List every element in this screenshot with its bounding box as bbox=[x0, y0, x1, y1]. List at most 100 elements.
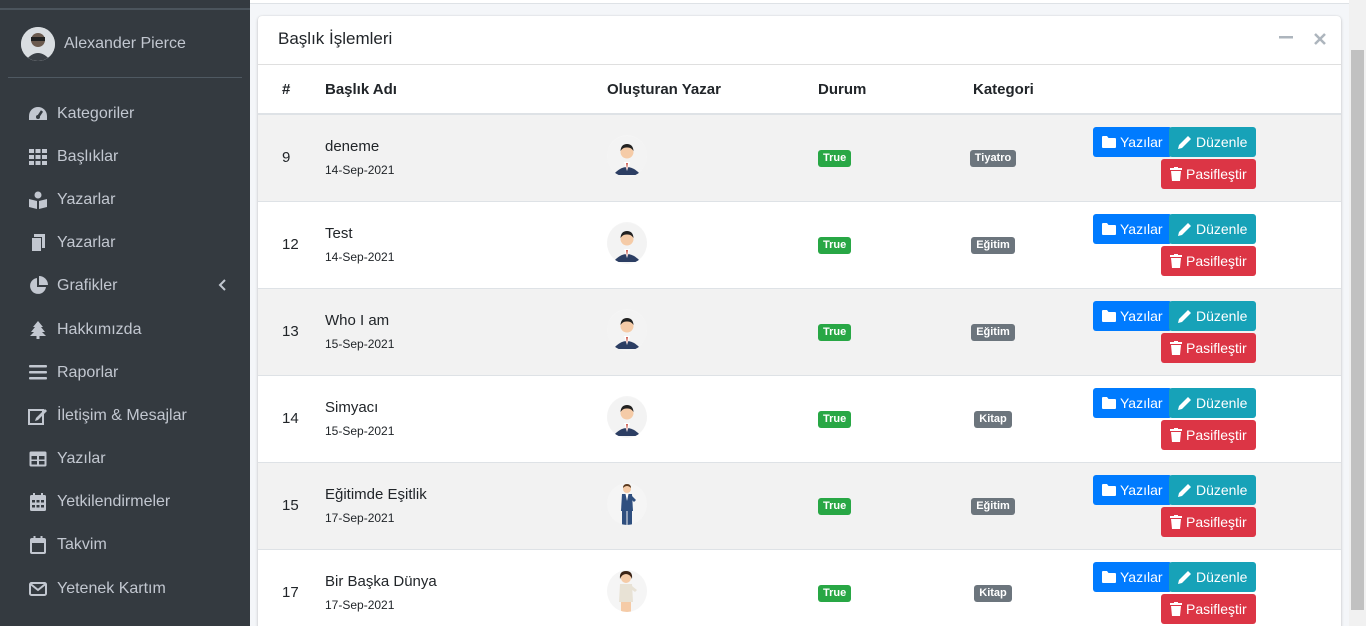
row-status-cell: True bbox=[818, 287, 973, 375]
sidebar-item-raporlar[interactable]: Raporlar bbox=[8, 351, 242, 394]
row-actions-cell: Yazılar Düzenle Pasifleştir bbox=[1093, 461, 1341, 550]
sidebar-item-kategoriler[interactable]: Kategoriler bbox=[8, 92, 242, 135]
row-author-cell bbox=[607, 461, 818, 549]
row-title-cell: Bir Başka Dünya 17-Sep-2021 bbox=[325, 548, 607, 626]
author-avatar-woman-standing bbox=[607, 569, 647, 612]
row-author-cell bbox=[607, 113, 818, 201]
calendar-grid-icon bbox=[27, 492, 49, 512]
edit-button[interactable]: Düzenle bbox=[1169, 561, 1257, 592]
row-title: Who I am bbox=[325, 312, 390, 329]
row-date: 15-Sep-2021 bbox=[325, 424, 395, 438]
card-header: Başlık İşlemleri bbox=[258, 16, 1341, 65]
folder-icon bbox=[1102, 396, 1116, 409]
sidebar-item-yetkilendirmeler[interactable]: Yetkilendirmeler bbox=[8, 481, 242, 524]
deactivate-button[interactable]: Pasifleştir bbox=[1161, 332, 1256, 363]
deactivate-button[interactable]: Pasifleştir bbox=[1161, 593, 1256, 624]
row-title-cell: Test 14-Sep-2021 bbox=[325, 200, 607, 288]
trash-icon bbox=[1170, 427, 1182, 442]
scrollbar-thumb[interactable] bbox=[1351, 50, 1364, 610]
sidebar-item-label: Grafikler bbox=[57, 277, 118, 295]
row-date: 17-Sep-2021 bbox=[325, 511, 395, 525]
folder-icon bbox=[1102, 570, 1116, 583]
row-actions: Yazılar Düzenle Pasifleştir bbox=[1093, 463, 1257, 550]
chevron-left-icon[interactable] bbox=[218, 278, 226, 296]
sidebar-item-iletisim[interactable]: İletişim & Mesajlar bbox=[8, 394, 242, 437]
row-actions-cell: Yazılar Düzenle Pasifleştir bbox=[1093, 374, 1341, 463]
sidebar-item-yazarlar[interactable]: Yazarlar bbox=[8, 178, 242, 221]
sidebar-item-label: Hakkımızda bbox=[57, 320, 142, 338]
row-date: 14-Sep-2021 bbox=[325, 163, 395, 178]
row-status-cell: True bbox=[818, 548, 973, 626]
row-status-cell: True bbox=[818, 461, 973, 549]
row-author-cell bbox=[607, 200, 818, 288]
posts-button[interactable]: Yazılar bbox=[1093, 474, 1172, 505]
table-row: 15 Eğitimde Eşitlik 17-Sep-2021 True Eği… bbox=[258, 461, 1341, 550]
sidebar-item-takvim[interactable]: Takvim bbox=[8, 524, 242, 567]
sidebar-item-label: Yazarlar bbox=[57, 234, 116, 252]
sidebar-item-yazilar[interactable]: Yazılar bbox=[8, 438, 242, 481]
user-name[interactable]: Alexander Pierce bbox=[64, 35, 186, 53]
sidebar-item-label: Kategoriler bbox=[57, 104, 135, 122]
edit-button[interactable]: Düzenle bbox=[1169, 474, 1257, 505]
table-row: 13 Who I am 15-Sep-2021 True Eğitim Yazı… bbox=[258, 287, 1341, 375]
posts-button[interactable]: Yazılar bbox=[1093, 213, 1172, 244]
row-actions: Yazılar Düzenle Pasifleştir bbox=[1093, 115, 1257, 202]
row-author-cell bbox=[607, 548, 818, 626]
deactivate-button[interactable]: Pasifleştir bbox=[1161, 506, 1256, 537]
status-badge: True bbox=[818, 411, 852, 428]
close-icon[interactable] bbox=[1314, 32, 1326, 50]
deactivate-button[interactable]: Pasifleştir bbox=[1161, 159, 1256, 189]
pencil-icon bbox=[1178, 396, 1191, 410]
titles-card: Başlık İşlemleri # Başlık Adı Oluşturan … bbox=[258, 16, 1341, 626]
edit-button[interactable]: Düzenle bbox=[1169, 387, 1257, 418]
pencil-icon bbox=[1178, 483, 1191, 497]
sidebar-item-yetenek-kartim[interactable]: Yetenek Kartım bbox=[8, 567, 242, 610]
row-id: 17 bbox=[258, 548, 325, 626]
pencil-icon bbox=[1178, 222, 1191, 236]
category-badge: Eğitim bbox=[971, 324, 1015, 341]
book-reader-icon bbox=[27, 190, 49, 210]
row-author-cell bbox=[607, 374, 818, 462]
card-title: Başlık İşlemleri bbox=[278, 29, 393, 48]
status-badge: True bbox=[818, 150, 852, 168]
status-badge: True bbox=[818, 585, 852, 603]
row-id: 12 bbox=[258, 200, 325, 288]
row-actions-cell: Yazılar Düzenle Pasifleştir bbox=[1093, 287, 1341, 375]
user-avatar[interactable] bbox=[21, 27, 55, 61]
author-avatar-man-suit bbox=[607, 221, 647, 264]
row-actions: Yazılar Düzenle Pasifleştir bbox=[1093, 550, 1257, 626]
edit-button[interactable]: Düzenle bbox=[1169, 127, 1257, 157]
row-category-cell: Eğitim bbox=[971, 200, 1093, 288]
sidebar-item-hakkimizda[interactable]: Hakkımızda bbox=[8, 308, 242, 351]
row-category-cell: Tiyatro bbox=[969, 113, 1093, 201]
edit-button[interactable]: Düzenle bbox=[1169, 300, 1257, 331]
copy-icon bbox=[27, 233, 49, 253]
sidebar-item-basliklar[interactable]: Başlıklar bbox=[8, 135, 242, 178]
folder-icon bbox=[1102, 309, 1116, 322]
sidebar-item-grafikler[interactable]: Grafikler bbox=[8, 265, 242, 308]
posts-button[interactable]: Yazılar bbox=[1093, 561, 1172, 592]
posts-button[interactable]: Yazılar bbox=[1093, 300, 1172, 331]
trash-icon bbox=[1170, 340, 1182, 355]
user-panel[interactable]: Alexander Pierce bbox=[8, 10, 242, 78]
tree-icon bbox=[27, 320, 49, 340]
sidebar-item-label: Takvim bbox=[57, 536, 107, 554]
row-id: 14 bbox=[258, 374, 325, 462]
posts-button[interactable]: Yazılar bbox=[1093, 387, 1172, 418]
posts-button[interactable]: Yazılar bbox=[1093, 127, 1172, 157]
edit-button[interactable]: Düzenle bbox=[1169, 213, 1257, 244]
deactivate-button[interactable]: Pasifleştir bbox=[1161, 245, 1256, 276]
sidebar-item-yazarlar-2[interactable]: Yazarlar bbox=[8, 222, 242, 265]
vertical-scrollbar[interactable] bbox=[1349, 0, 1366, 626]
deactivate-button[interactable]: Pasifleştir bbox=[1161, 419, 1256, 450]
sidebar-nav: Kategoriler Başlıklar Yazarlar Yazarlar … bbox=[8, 92, 242, 610]
row-category-cell: Kitap bbox=[973, 374, 1093, 462]
row-date: 14-Sep-2021 bbox=[325, 250, 395, 264]
sidebar-item-label: Başlıklar bbox=[57, 147, 119, 165]
sidebar-item-label: Yazılar bbox=[57, 450, 106, 468]
category-badge: Eğitim bbox=[971, 498, 1015, 515]
row-id: 13 bbox=[258, 287, 325, 375]
row-actions: Yazılar Düzenle Pasifleştir bbox=[1093, 376, 1257, 463]
collapse-icon[interactable] bbox=[1279, 30, 1293, 49]
calendar-icon bbox=[27, 535, 49, 555]
